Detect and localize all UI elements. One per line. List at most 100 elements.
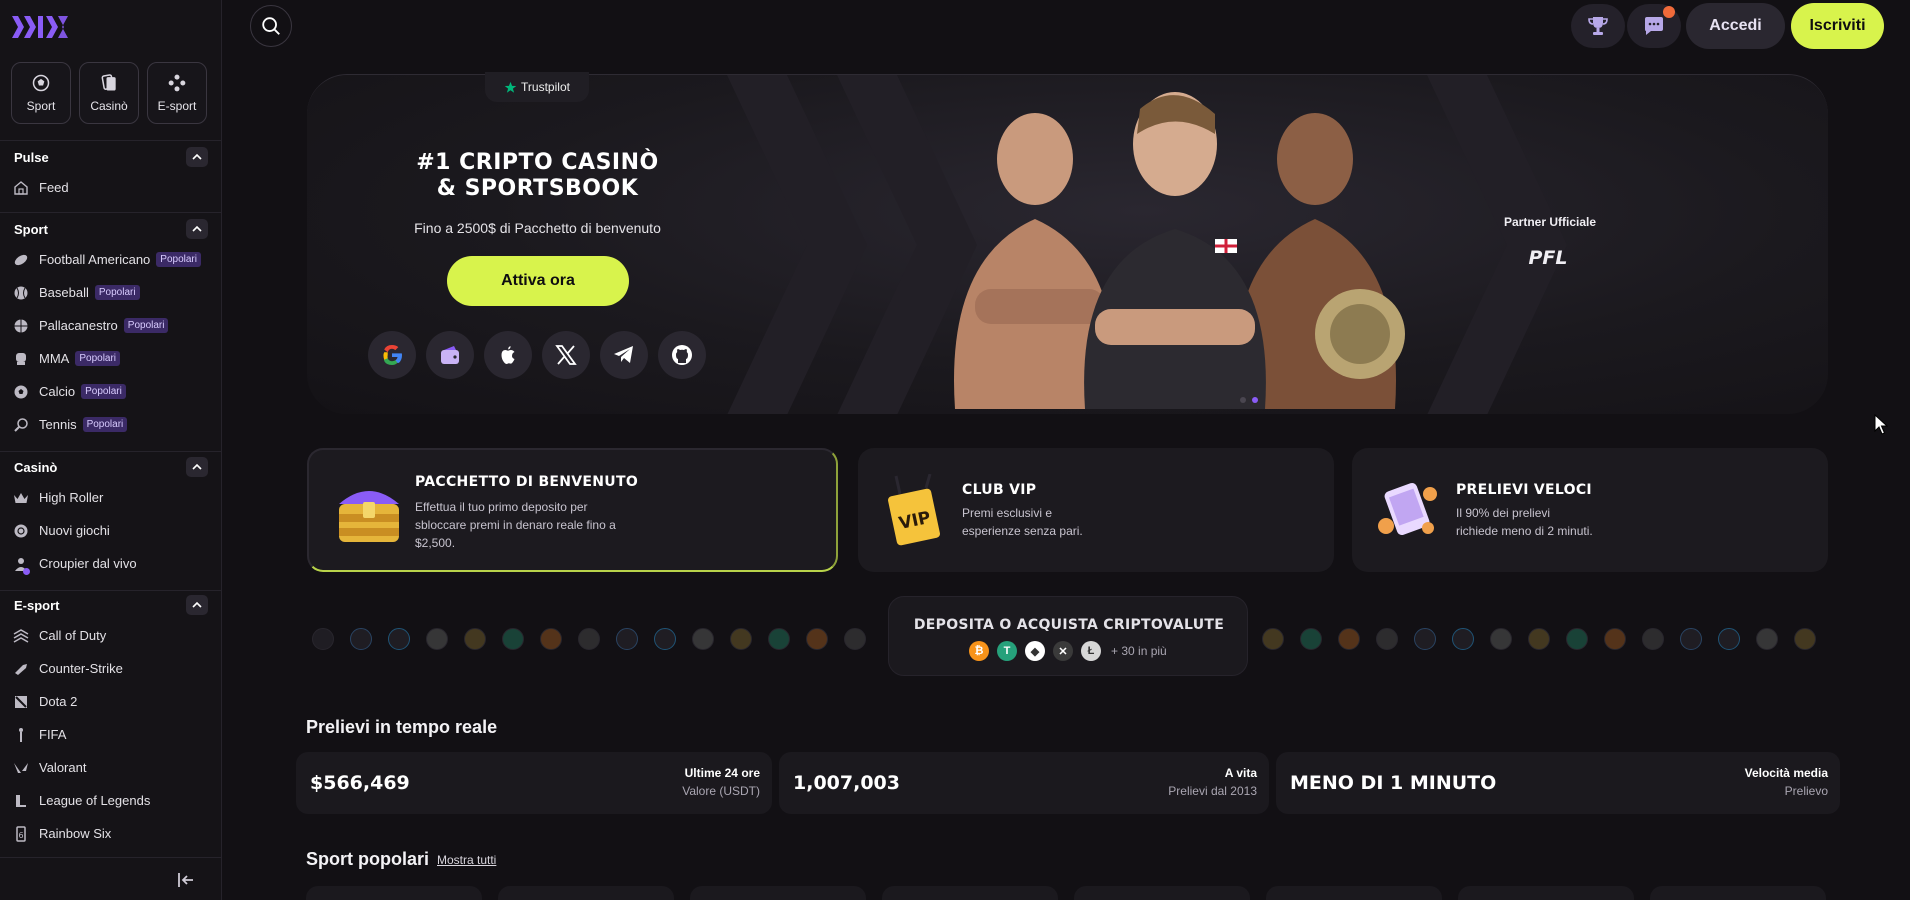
crypto-coin: [768, 628, 790, 650]
collapse-sidebar-icon[interactable]: [176, 870, 196, 890]
rewards-button[interactable]: [1571, 4, 1625, 48]
sidebar-item-calcio[interactable]: Calcio Popolari: [0, 375, 222, 408]
login-button[interactable]: Accedi: [1686, 3, 1785, 49]
sidebar-item-label: Calcio: [39, 384, 76, 399]
section-header[interactable]: E-sport: [0, 591, 222, 619]
section-header[interactable]: Pulse: [0, 143, 222, 171]
sidebar-item-label: Counter-Strike: [39, 661, 123, 676]
google-login-button[interactable]: [368, 331, 416, 379]
sidebar-item-cs[interactable]: Counter-Strike: [0, 652, 222, 685]
trophy-icon: [1588, 17, 1608, 35]
crypto-coin: [1376, 628, 1398, 650]
sidebar-item-tennis[interactable]: Tennis Popolari: [0, 408, 222, 441]
sidebar-item-lol[interactable]: League of Legends: [0, 784, 222, 817]
sidebar-item-high-roller[interactable]: High Roller: [0, 481, 222, 514]
github-login-button[interactable]: [658, 331, 706, 379]
signup-button[interactable]: Iscriviti: [1791, 3, 1884, 49]
sport-card[interactable]: [306, 886, 482, 900]
show-all-link[interactable]: Mostra tutti: [437, 853, 496, 867]
sidebar-item-basketball[interactable]: Pallacanestro Popolari: [0, 309, 222, 342]
carousel-dot[interactable]: [1240, 397, 1246, 403]
promo-card-vip[interactable]: VIP CLUB VIP Premi esclusivi e esperienz…: [858, 448, 1334, 572]
chevron-up-icon: [192, 463, 202, 470]
crypto-coin: [502, 628, 524, 650]
withdrawals-title: Prelievi in tempo reale: [306, 717, 498, 737]
crypto-deposit-box[interactable]: DEPOSITA O ACQUISTA CRIPTOVALUTE ₿ T ◆ ✕…: [888, 596, 1248, 676]
carousel-dot-active[interactable]: [1252, 397, 1258, 403]
sidebar-divider: [0, 857, 222, 858]
sidebar-item-valorant[interactable]: Valorant: [0, 751, 222, 784]
sidebar-item-label: Nuovi giochi: [39, 523, 110, 538]
sidebar-item-fifa[interactable]: FIFA: [0, 718, 222, 751]
sport-card[interactable]: [1266, 886, 1442, 900]
chat-button[interactable]: [1627, 4, 1681, 48]
sidebar-item-label: League of Legends: [39, 793, 151, 808]
sidebar: Sport Casinò E-sport Pulse Feed Sport Fo…: [0, 0, 222, 900]
crypto-coin: [1604, 628, 1626, 650]
sidebar-item-live-dealer[interactable]: Croupier dal vivo: [0, 547, 222, 580]
hero-subtitle: Fino a 2500$ di Pacchetto di benvenuto: [414, 220, 661, 236]
activate-button[interactable]: Attiva ora: [447, 256, 629, 306]
collapse-button[interactable]: [186, 219, 208, 239]
partner-label: Partner Ufficiale: [1503, 215, 1597, 229]
sport-card[interactable]: [882, 886, 1058, 900]
promo-card-welcome[interactable]: PACCHETTO DI BENVENUTO Effettua il tuo p…: [307, 448, 838, 572]
sidebar-item-r6[interactable]: 6 Rainbow Six: [0, 817, 222, 850]
crypto-coin: [1338, 628, 1360, 650]
section-header[interactable]: Sport: [0, 215, 222, 243]
apple-login-button[interactable]: [484, 331, 532, 379]
trustpilot-badge[interactable]: Trustpilot: [485, 72, 589, 102]
cod-icon: [13, 628, 29, 644]
notification-dot: [1663, 6, 1675, 18]
x-login-button[interactable]: [542, 331, 590, 379]
category-casino-label: Casinò: [90, 99, 128, 113]
sport-card[interactable]: [1074, 886, 1250, 900]
telegram-login-button[interactable]: [600, 331, 648, 379]
stat-value: 1,007,003: [793, 772, 900, 794]
sidebar-item-feed[interactable]: Feed: [0, 171, 222, 204]
sidebar-item-new-games[interactable]: Nuovi giochi: [0, 514, 222, 547]
stat-sublabel: Valore (USDT): [682, 784, 760, 798]
search-button[interactable]: [250, 5, 292, 47]
crypto-coin: [350, 628, 372, 650]
sidebar-item-label: Valorant: [39, 760, 87, 775]
promo-text: Il 90% dei prelievi richiede meno di 2 m…: [1456, 504, 1676, 540]
promo-card-withdrawals[interactable]: PRELIEVI VELOCI Il 90% dei prelievi rich…: [1352, 448, 1828, 572]
live-dot: [23, 567, 30, 575]
category-esport-button[interactable]: E-sport: [147, 62, 207, 124]
sidebar-item-baseball[interactable]: Baseball Popolari: [0, 276, 222, 309]
crypto-coin: [540, 628, 562, 650]
baseball-icon: [13, 285, 29, 301]
brand-logo[interactable]: [10, 12, 70, 42]
collapse-button[interactable]: [186, 595, 208, 615]
sidebar-divider: [0, 451, 222, 452]
sidebar-section-esport: E-sport Call of Duty Counter-Strike Dota…: [0, 591, 222, 850]
sport-card[interactable]: [1458, 886, 1634, 900]
sidebar-item-football[interactable]: Football Americano Popolari: [0, 243, 222, 276]
crypto-ticker-right: [1262, 628, 1816, 650]
sidebar-item-cod[interactable]: Call of Duty: [0, 619, 222, 652]
promo-title: PACCHETTO DI BENVENUTO: [415, 474, 639, 490]
sidebar-item-label: Pallacanestro: [39, 318, 118, 333]
sidebar-item-label: Dota 2: [39, 694, 78, 709]
crypto-coin: [1300, 628, 1322, 650]
collapse-button[interactable]: [186, 147, 208, 167]
chevron-up-icon: [192, 225, 202, 232]
search-icon: [262, 17, 280, 35]
wallet-login-button[interactable]: [426, 331, 474, 379]
category-casino-button[interactable]: Casinò: [79, 62, 139, 124]
collapse-button[interactable]: [186, 457, 208, 477]
sport-card[interactable]: [690, 886, 866, 900]
sidebar-item-mma[interactable]: MMA Popolari: [0, 342, 222, 375]
promo-text-line2: richiede meno di 2 minuti.: [1456, 524, 1593, 538]
sport-card[interactable]: [1650, 886, 1826, 900]
sport-card[interactable]: [498, 886, 674, 900]
category-sport-button[interactable]: Sport: [11, 62, 71, 124]
x-icon: [555, 345, 577, 365]
home-icon: [13, 180, 29, 196]
sidebar-item-dota[interactable]: Dota 2: [0, 685, 222, 718]
sidebar-divider: [0, 212, 222, 213]
cards-icon: [101, 74, 116, 91]
section-header[interactable]: Casinò: [0, 453, 222, 481]
trustpilot-label: Trustpilot: [521, 80, 570, 94]
